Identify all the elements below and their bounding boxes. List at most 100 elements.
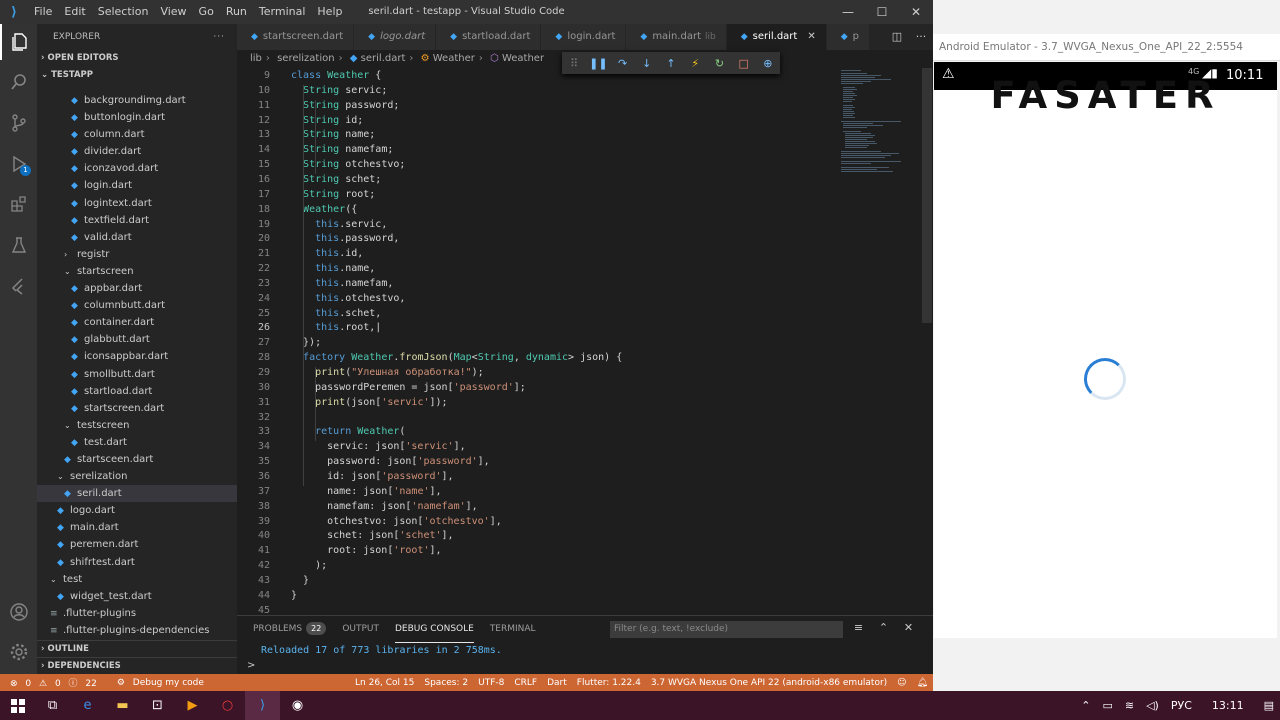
tree-file[interactable]: ≡ .flutter-plugins xyxy=(37,605,237,622)
tree-file[interactable]: ◆ login.dart xyxy=(37,177,237,194)
project-root[interactable]: ⌄ TESTAPP xyxy=(37,67,237,84)
tree-folder[interactable]: ⌄ testscreen xyxy=(37,417,237,434)
tab-login-dart[interactable]: ◆ login.dart xyxy=(541,24,627,50)
battery-icon[interactable]: ▭ xyxy=(1096,699,1118,712)
tab-startscreen-dart[interactable]: ◆ startscreen.dart xyxy=(237,24,355,50)
breadcrumb-file[interactable]: seril.dart xyxy=(361,53,406,64)
code-line[interactable]: ); xyxy=(291,560,327,571)
devtools-search-icon[interactable]: ⊕ xyxy=(756,57,780,70)
tab-terminal[interactable]: TERMINAL xyxy=(490,617,536,642)
code-line[interactable]: } xyxy=(291,590,297,601)
tree-file[interactable]: ◆ divider.dart xyxy=(37,143,237,160)
tab-main-dart[interactable]: ◆ main.dart lib xyxy=(626,24,727,50)
code-line[interactable]: servic: json['servic'], xyxy=(291,441,466,452)
device-selector[interactable]: 3.7 WVGA Nexus One API 22 (android-x86 e… xyxy=(646,678,892,688)
tree-file[interactable]: ◆ shifrtest.dart xyxy=(37,554,237,571)
explorer-icon[interactable] xyxy=(0,24,37,60)
line-endings[interactable]: CRLF xyxy=(509,678,542,688)
tree-file[interactable]: ◆ iconsappbar.dart xyxy=(37,348,237,365)
code-line[interactable]: name: json['name'], xyxy=(291,486,441,497)
account-icon[interactable] xyxy=(0,594,37,630)
code-line[interactable]: namefam: json['namefam'], xyxy=(291,501,478,512)
open-editors-section[interactable]: › OPEN EDITORS xyxy=(37,50,237,67)
breadcrumb-serelization[interactable]: serelization xyxy=(277,53,335,64)
menu-item-edit[interactable]: Edit xyxy=(58,0,91,24)
menu-item-selection[interactable]: Selection xyxy=(92,0,155,24)
code-line[interactable]: passwordPeremen = json['password']; xyxy=(291,382,526,393)
tree-file[interactable]: ◆ test.dart xyxy=(37,434,237,451)
close-tab-icon[interactable]: ✕ xyxy=(807,31,815,42)
source-control-icon[interactable] xyxy=(0,105,37,141)
split-editor-icon[interactable]: ◫ xyxy=(885,24,909,50)
clear-console-icon[interactable]: ≡ xyxy=(846,621,871,634)
volume-icon[interactable]: ◁) xyxy=(1140,699,1165,712)
vscode-taskbar-icon[interactable]: ⟩ xyxy=(245,691,280,720)
wifi-icon[interactable]: ≋ xyxy=(1119,699,1140,712)
input-language[interactable]: РУС xyxy=(1165,699,1198,712)
code-line[interactable]: this.root,| xyxy=(291,322,381,333)
menu-item-file[interactable]: File xyxy=(28,0,58,24)
tab-startload-dart[interactable]: ◆ startload.dart xyxy=(436,24,542,50)
tree-file[interactable]: ◆ valid.dart xyxy=(37,229,237,246)
menu-item-view[interactable]: View xyxy=(154,0,192,24)
tree-folder[interactable]: ⌄ test xyxy=(37,571,237,588)
indentation[interactable]: Spaces: 2 xyxy=(419,678,473,688)
code-line[interactable]: String namefam; xyxy=(291,144,393,155)
edge-browser-icon[interactable]: e xyxy=(70,691,105,720)
code-line[interactable]: String servic; xyxy=(291,85,387,96)
emulator-screen[interactable]: ⚠ 4G ◢▮ 10:11 FASATER xyxy=(934,62,1277,638)
breadcrumb-lib[interactable]: lib xyxy=(250,53,262,64)
code-line[interactable]: id: json['password'], xyxy=(291,471,453,482)
code-line[interactable]: this.servic, xyxy=(291,219,387,230)
step-into-icon[interactable]: ↓ xyxy=(635,57,659,70)
tree-file[interactable]: ◆ buttonlogin.dart xyxy=(37,109,237,126)
code-line[interactable]: class Weather { xyxy=(291,70,381,81)
stop-icon[interactable]: □ xyxy=(732,57,756,70)
filter-input[interactable]: Filter (e.g. text, !exclude) xyxy=(610,621,843,638)
extensions-icon[interactable] xyxy=(0,186,37,222)
feedback-icon[interactable]: ☺ xyxy=(892,678,911,688)
tree-file[interactable]: ◆ columnbutt.dart xyxy=(37,297,237,314)
settings-gear-icon[interactable] xyxy=(0,634,37,670)
pause-icon[interactable]: ❚❚ xyxy=(586,57,610,70)
action-center-icon[interactable]: ▤ xyxy=(1258,699,1280,712)
cursor-position[interactable]: Ln 26, Col 15 xyxy=(350,678,419,688)
tab-p[interactable]: ◆ p xyxy=(826,24,871,50)
media-player-icon[interactable]: ▶ xyxy=(175,691,210,720)
taskbar-clock[interactable]: 13:11 xyxy=(1198,699,1258,712)
tree-folder[interactable]: ⌄ serelization xyxy=(37,468,237,485)
tree-file[interactable]: ◆ container.dart xyxy=(37,314,237,331)
tree-file[interactable]: ◆ main.dart xyxy=(37,519,237,536)
code-line[interactable]: } xyxy=(291,575,309,586)
step-over-icon[interactable]: ↷ xyxy=(610,57,634,70)
console-prompt[interactable]: > xyxy=(247,660,255,671)
store-icon[interactable]: ⊡ xyxy=(140,691,175,720)
menu-item-go[interactable]: Go xyxy=(193,0,220,24)
close-panel-icon[interactable]: ✕ xyxy=(896,621,921,634)
code-line[interactable]: this.otchestvo, xyxy=(291,293,405,304)
minimap[interactable] xyxy=(837,68,933,615)
tab-seril-dart[interactable]: ◆ seril.dart ✕ xyxy=(726,24,827,50)
tree-file[interactable]: ◆ backgroundimg.dart xyxy=(37,92,237,109)
encoding[interactable]: UTF-8 xyxy=(473,678,509,688)
breadcrumb-constructor[interactable]: Weather xyxy=(502,53,544,64)
maximize-button[interactable]: ☐ xyxy=(865,0,899,24)
language-mode[interactable]: Dart xyxy=(542,678,572,688)
tree-file[interactable]: ◆ startsceen.dart xyxy=(37,451,237,468)
notifications-bell-icon[interactable]: 🔔︎ xyxy=(912,678,933,688)
tree-folder[interactable]: ⌄ startscreen xyxy=(37,263,237,280)
code-line[interactable]: this.password, xyxy=(291,233,399,244)
flutter-version[interactable]: Flutter: 1.22.4 xyxy=(572,678,646,688)
tree-file[interactable]: ◆ textfield.dart xyxy=(37,212,237,229)
editor-scrollbar[interactable] xyxy=(922,68,932,323)
problems-status[interactable]: ⊗ 0 ⚠ 0 ⓘ 22 xyxy=(0,676,107,689)
tree-file[interactable]: ◆ smollbutt.dart xyxy=(37,366,237,383)
run-debug-icon[interactable]: 1 xyxy=(0,146,37,182)
code-line[interactable]: return Weather( xyxy=(291,426,405,437)
tree-file[interactable]: ◆ column.dart xyxy=(37,126,237,143)
code-line[interactable]: this.id, xyxy=(291,248,363,259)
tree-file[interactable]: ◆ peremen.dart xyxy=(37,536,237,553)
tree-file[interactable]: ◆ logintext.dart xyxy=(37,195,237,212)
code-editor[interactable]: 9 class Weather {10 String servic; 11 Stri… xyxy=(237,68,837,616)
code-line[interactable]: String password; xyxy=(291,100,399,111)
